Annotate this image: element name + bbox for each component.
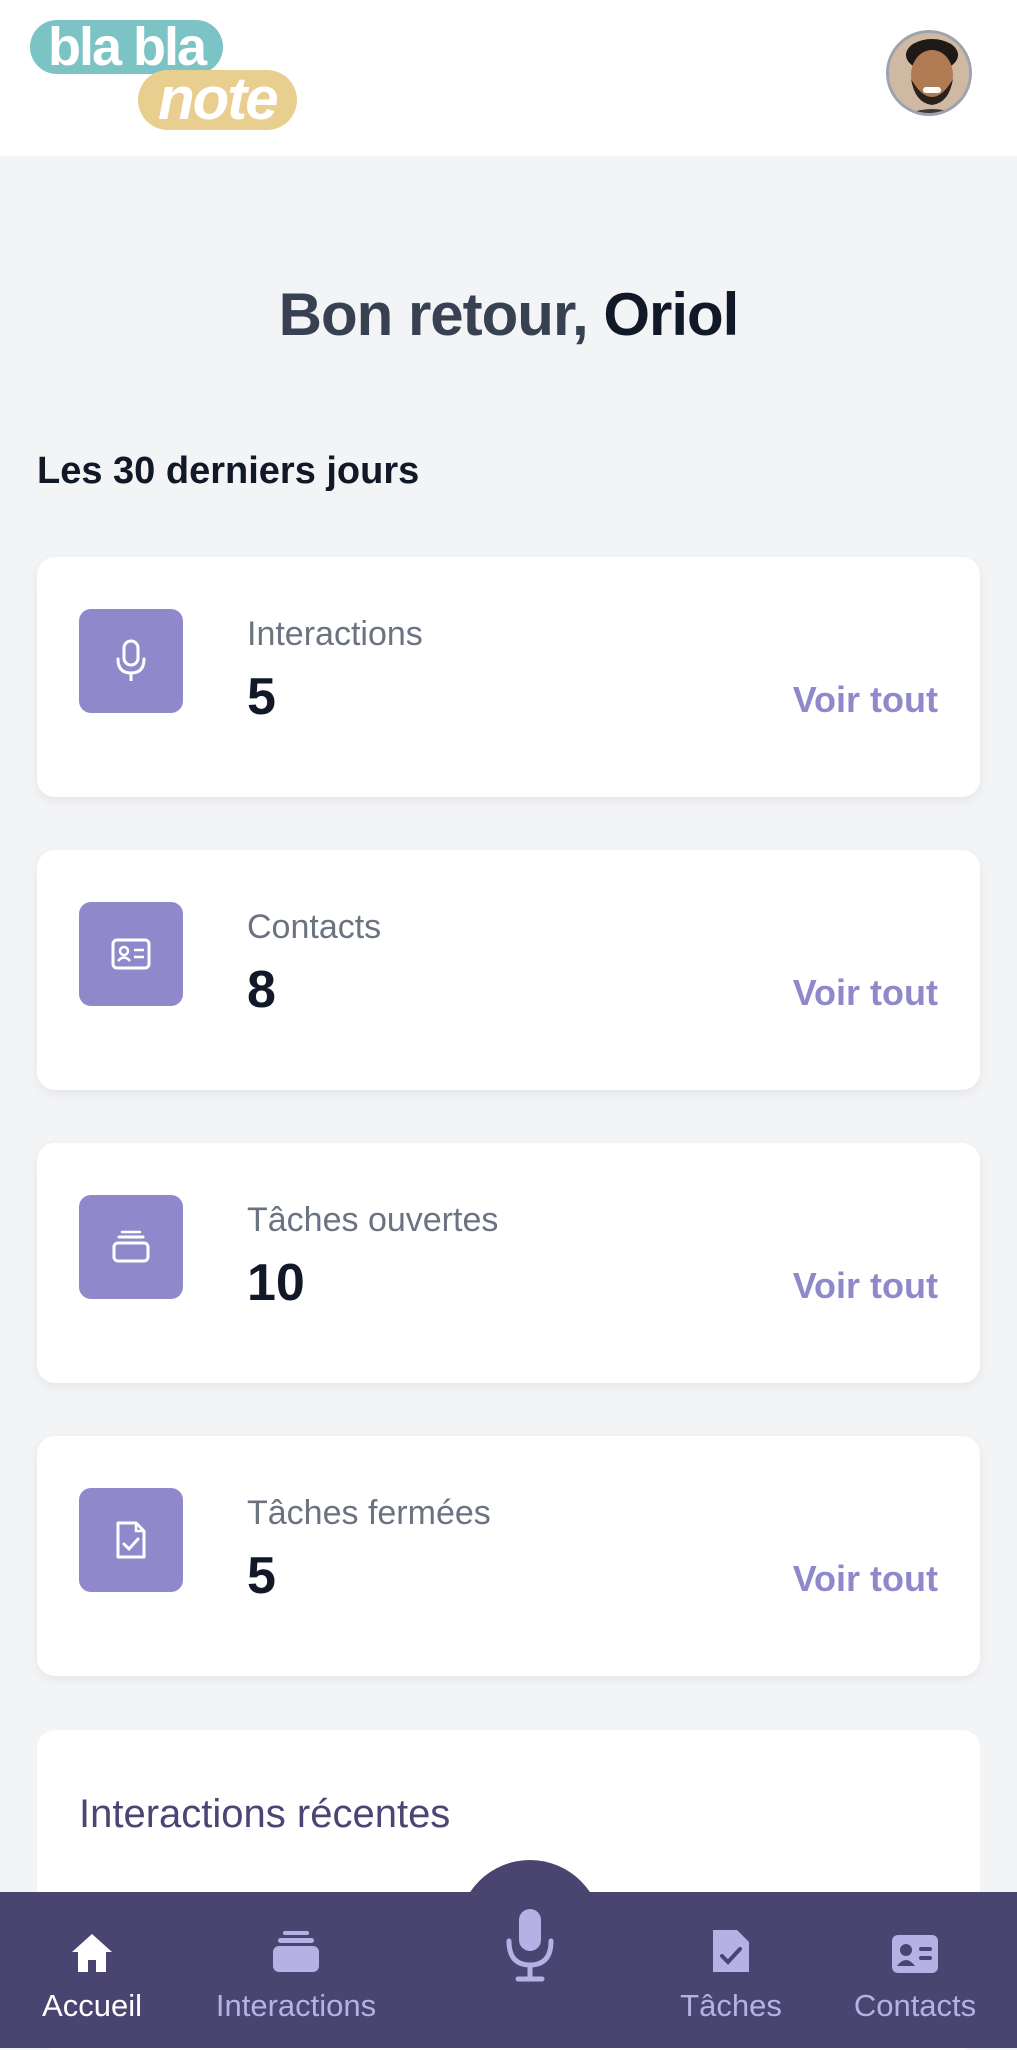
app-header: bla bla note	[0, 0, 1017, 156]
stat-icon-box	[79, 1488, 183, 1592]
see-all-link[interactable]: Voir tout	[793, 972, 938, 1014]
user-photo-icon	[889, 33, 969, 113]
stat-card-contacts[interactable]: Contacts 8 Voir tout	[37, 850, 980, 1090]
nav-item-home[interactable]: Accueil	[30, 1922, 154, 2024]
greeting-prefix: Bon retour,	[278, 281, 589, 348]
nav-item-interactions[interactable]: Interactions	[206, 1922, 386, 2024]
see-all-link[interactable]: Voir tout	[793, 1558, 938, 1600]
inbox-stack-icon	[112, 1230, 150, 1263]
recent-interactions-title: Interactions récentes	[79, 1792, 451, 1836]
logo-line2: note	[138, 69, 297, 130]
contact-card-icon	[111, 938, 151, 970]
record-button[interactable]	[490, 1900, 570, 1990]
section-title: Les 30 derniers jours	[37, 450, 420, 492]
stack-icon	[273, 1931, 319, 1972]
stat-label: Tâches fermées	[247, 1494, 491, 1532]
nav-label: Contacts	[853, 1988, 977, 2023]
stat-label: Interactions	[247, 615, 423, 653]
nav-item-contacts[interactable]: Contacts	[840, 1922, 990, 2024]
stat-value: 8	[247, 961, 276, 1019]
document-check-icon	[116, 1521, 146, 1559]
stat-label: Tâches ouvertes	[247, 1201, 499, 1239]
avatar[interactable]	[886, 30, 972, 116]
document-check-icon	[713, 1930, 749, 1972]
stat-card-interactions[interactable]: Interactions 5 Voir tout	[37, 557, 980, 797]
stat-icon-box	[79, 609, 183, 713]
stat-icon-box	[79, 902, 183, 1006]
stat-card-closed-tasks[interactable]: Tâches fermées 5 Voir tout	[37, 1436, 980, 1676]
page-title: Bon retour, Oriol	[0, 280, 1017, 349]
stat-value: 5	[247, 668, 276, 726]
contact-card-icon	[892, 1935, 938, 1973]
nav-label: Interactions	[215, 1988, 377, 2023]
stat-icon-box	[79, 1195, 183, 1299]
greeting-name: Oriol	[603, 281, 739, 348]
stat-value: 5	[247, 1547, 276, 1605]
nav-label: Accueil	[42, 1988, 142, 2023]
stat-card-open-tasks[interactable]: Tâches ouvertes 10 Voir tout	[37, 1143, 980, 1383]
stat-value: 10	[247, 1254, 305, 1312]
home-icon	[72, 1934, 112, 1972]
see-all-link[interactable]: Voir tout	[793, 1265, 938, 1307]
blablanote-logo[interactable]: bla bla note	[30, 20, 312, 132]
nav-item-tasks[interactable]: Tâches	[672, 1922, 790, 2024]
see-all-link[interactable]: Voir tout	[793, 679, 938, 721]
nav-label: Tâches	[680, 1988, 782, 2023]
microphone-icon	[116, 639, 146, 681]
microphone-icon	[506, 1909, 554, 1982]
stat-label: Contacts	[247, 908, 382, 946]
